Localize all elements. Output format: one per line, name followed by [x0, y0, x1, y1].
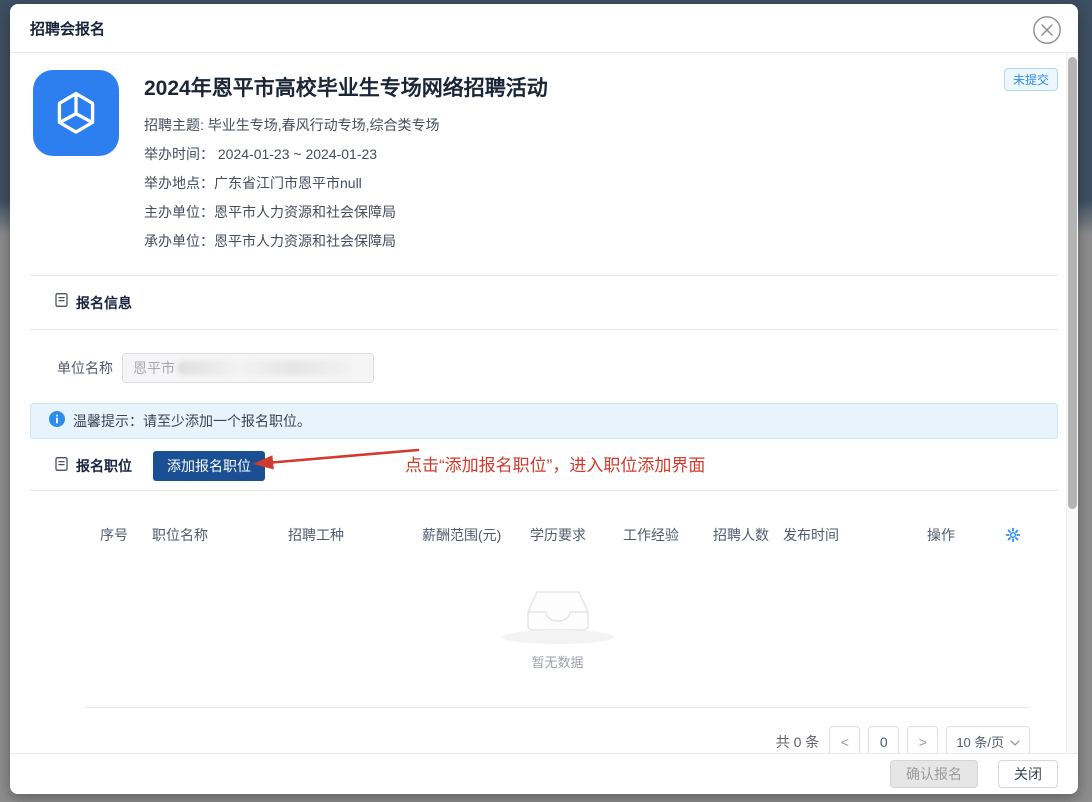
add-position-button[interactable]: 添加报名职位 — [153, 451, 265, 481]
scrollbar-thumb[interactable] — [1068, 57, 1077, 509]
company-name-row: 单位名称 恩平市 — [10, 330, 1078, 398]
empty-text: 暂无数据 — [531, 652, 583, 671]
col-education: 学历要求 — [530, 525, 623, 545]
company-name-value: 恩平市 — [133, 358, 175, 378]
chevron-down-icon — [1010, 734, 1020, 749]
table-empty-state: 暂无数据 — [85, 554, 1030, 708]
page-size-value: 10 条/页 — [956, 732, 1004, 751]
pagination: 共 0 条 < 0 > 10 条/页 — [85, 726, 1030, 753]
event-summary: 2024年恩平市高校毕业生专场网络招聘活动 招聘主题: 毕业生专场,春风行动专场… — [10, 53, 1078, 256]
pagination-total: 共 0 条 — [776, 732, 820, 752]
event-time: 举办时间： 2024-01-23 ~ 2024-01-23 — [144, 140, 548, 169]
dialog-body: 2024年恩平市高校毕业生专场网络招聘活动 招聘主题: 毕业生专场,春风行动专场… — [10, 53, 1078, 753]
column-settings-gear-icon[interactable] — [1005, 527, 1021, 543]
empty-tray-shadow — [502, 630, 614, 644]
positions-table: 序号 职位名称 招聘工种 薪酬范围(元) 学历要求 工作经验 招聘人数 发布时间… — [85, 491, 1030, 753]
dimmed-background: 招聘会报名 2024年恩平市高校毕业生专 — [0, 0, 1092, 802]
table-header-row: 序号 职位名称 招聘工种 薪酬范围(元) 学历要求 工作经验 招聘人数 发布时间… — [85, 516, 1030, 554]
event-title: 2024年恩平市高校毕业生专场网络招聘活动 — [144, 72, 548, 102]
status-badge: 未提交 — [1004, 68, 1058, 91]
dialog-header: 招聘会报名 — [10, 4, 1078, 53]
annotation-text: 点击“添加报名职位”，进入职位添加界面 — [405, 451, 705, 476]
col-experience: 工作经验 — [623, 525, 713, 545]
close-dialog-button[interactable] — [1031, 15, 1063, 47]
confirm-registration-button[interactable]: 确认报名 — [890, 760, 978, 788]
event-host: 主办单位：恩平市人力资源和社会保障局 — [144, 198, 548, 227]
col-headcount: 招聘人数 — [713, 525, 783, 545]
pagination-next-button[interactable]: > — [907, 726, 938, 753]
event-organizer: 承办单位：恩平市人力资源和社会保障局 — [144, 227, 548, 256]
dialog-title: 招聘会报名 — [30, 18, 105, 39]
col-actions: 操作 — [927, 525, 1005, 545]
dialog-footer: 确认报名 关闭 — [10, 753, 1078, 794]
event-cube-icon — [33, 70, 119, 156]
col-job-type: 招聘工种 — [288, 525, 422, 545]
close-button[interactable]: 关闭 — [998, 760, 1058, 788]
close-icon — [1032, 33, 1062, 48]
positions-title: 报名职位 — [76, 456, 132, 476]
col-salary-range: 薪酬范围(元) — [422, 525, 530, 545]
pagination-page-button[interactable]: 0 — [868, 726, 899, 753]
annotation-arrow — [250, 444, 422, 477]
form-document-icon — [54, 292, 69, 313]
event-info: 2024年恩平市高校毕业生专场网络招聘活动 招聘主题: 毕业生专场,春风行动专场… — [144, 70, 548, 256]
form-document-icon — [54, 456, 69, 477]
pagination-prev-button[interactable]: < — [829, 726, 860, 753]
col-publish-time: 发布时间 — [783, 525, 927, 545]
scrollbar-track[interactable] — [1066, 53, 1078, 753]
event-location: 举办地点：广东省江门市恩平市null — [144, 169, 548, 198]
company-name-input: 恩平市 — [122, 353, 374, 383]
notice-bar: 温馨提示：请至少添加一个报名职位。 — [30, 403, 1058, 439]
chevron-left-icon: < — [841, 734, 849, 750]
event-theme: 招聘主题: 毕业生专场,春风行动专场,综合类专场 — [144, 111, 548, 140]
positions-section-header: 报名职位 添加报名职位 点击“添加报名职位”，进入职位添加界面 — [10, 439, 1078, 490]
notice-text: 温馨提示：请至少添加一个报名职位。 — [73, 411, 311, 431]
col-index: 序号 — [100, 525, 152, 545]
company-name-label: 单位名称 — [57, 358, 113, 378]
redacted-text-blur — [177, 361, 357, 375]
registration-dialog: 招聘会报名 2024年恩平市高校毕业生专 — [10, 4, 1078, 794]
registration-info-section-header: 报名信息 — [10, 276, 1078, 329]
page-size-select[interactable]: 10 条/页 — [946, 726, 1030, 753]
chevron-right-icon: > — [919, 734, 927, 750]
registration-info-title: 报名信息 — [76, 293, 132, 313]
info-icon — [49, 411, 65, 432]
col-position-name: 职位名称 — [152, 525, 288, 545]
